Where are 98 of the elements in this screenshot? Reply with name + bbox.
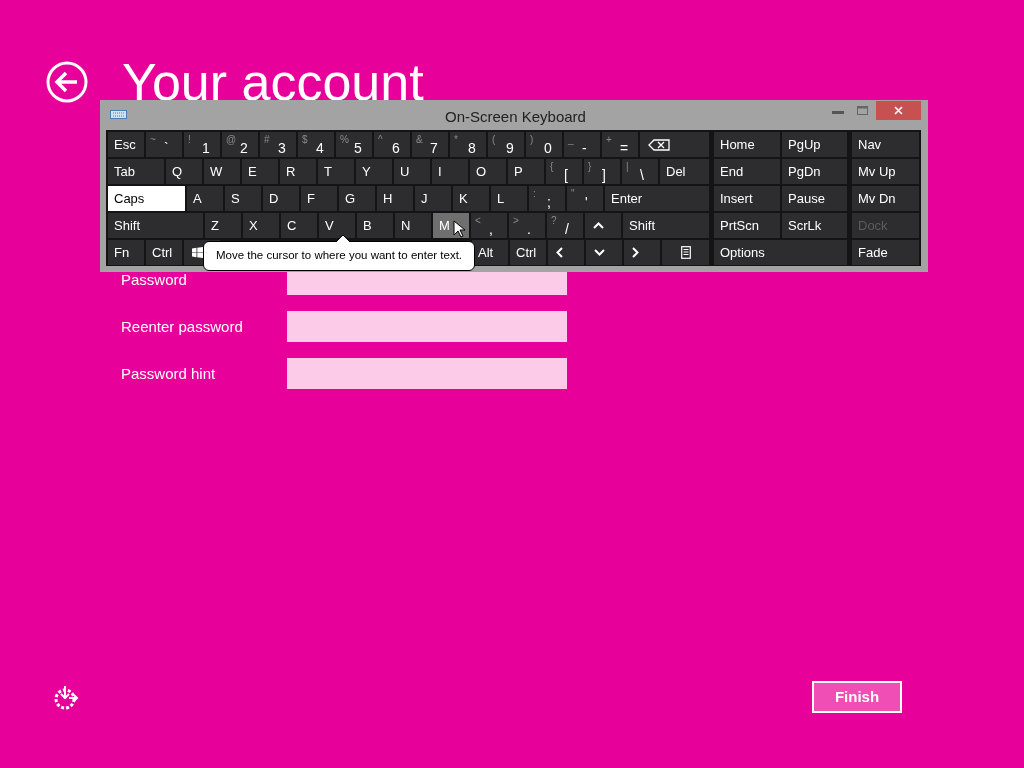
keyboard-key[interactable]: V [319,213,355,238]
keyboard-key[interactable]: R [280,159,316,184]
menu-key-icon [680,246,691,259]
keyboard-key[interactable]: Esc [108,132,144,157]
down-chevron-icon [594,249,605,256]
keyboard-key[interactable]: Shift [623,213,709,238]
keyboard-key[interactable]: Shift [108,213,203,238]
keyboard-key[interactable]: Q [166,159,202,184]
keyboard-key[interactable] [624,240,660,265]
keyboard-key[interactable]: T [318,159,354,184]
keyboard-key[interactable] [662,240,709,265]
keyboard-key[interactable]: { [ [546,159,582,184]
keyboard-key[interactable]: Pause [782,186,847,211]
keyboard-key[interactable]: L [491,186,527,211]
backspace-icon [648,138,670,151]
keyboard-key[interactable]: Home [714,132,780,157]
keyboard-key[interactable]: < , [471,213,507,238]
keyboard-key[interactable]: B [357,213,393,238]
windows-logo-icon [192,247,203,258]
keyboard-key[interactable]: Fn [108,240,144,265]
keyboard-key[interactable]: " ' [567,186,603,211]
up-chevron-icon [593,222,604,229]
keyboard-key[interactable]: | \ [622,159,658,184]
keyboard-icon [110,110,127,119]
keyboard-key[interactable]: * 8 [450,132,486,157]
keyboard-key[interactable]: Options [714,240,847,265]
keyboard-key[interactable]: E [242,159,278,184]
keyboard-key[interactable] [586,240,622,265]
keyboard-key[interactable]: Enter [605,186,709,211]
keyboard-key[interactable]: Z [205,213,241,238]
keyboard-key[interactable]: P [508,159,544,184]
keyboard-key[interactable]: ? / [547,213,583,238]
left-chevron-icon [556,247,563,258]
keyboard-key[interactable]: I [432,159,468,184]
keyboard-key[interactable]: Alt [472,240,508,265]
keyboard-key[interactable]: A [187,186,223,211]
field-label: Reenter password [121,320,244,333]
keyboard-key[interactable]: > . [509,213,545,238]
keyboard-key[interactable]: End [714,159,780,184]
keyboard-key[interactable]: Del [660,159,709,184]
keyboard-key[interactable]: H [377,186,413,211]
keyboard-key[interactable]: Tab [108,159,164,184]
keyboard-key[interactable]: % 5 [336,132,372,157]
keyboard-key[interactable] [585,213,621,238]
keyboard-key[interactable]: ! 1 [184,132,220,157]
keyboard-key[interactable]: F [301,186,337,211]
page-title: Your account [122,56,424,108]
keyboard-key[interactable]: PrtScn [714,213,780,238]
field-label: Password hint [121,367,217,380]
password-hint-field[interactable] [287,358,567,389]
close-icon [894,106,903,115]
keyboard-key[interactable]: ~ ` [146,132,182,157]
minimize-icon[interactable] [832,111,844,115]
ease-of-access-icon[interactable] [53,684,79,710]
keyboard-key[interactable]: } ] [584,159,620,184]
keyboard-key[interactable]: ( 9 [488,132,524,157]
keyboard-key[interactable]: Mv Up [852,159,919,184]
keyboard-key[interactable]: : ; [529,186,565,211]
keyboard-key[interactable]: + = [602,132,638,157]
tooltip-pointer [336,234,350,242]
keyboard-key[interactable]: _ - [564,132,600,157]
keyboard-key[interactable]: Mv Dn [852,186,919,211]
window-title: On-Screen Keyboard [445,107,586,127]
keyboard-key[interactable]: O [470,159,506,184]
keyboard-key[interactable]: Caps [108,186,185,211]
keyboard-key[interactable]: Ctrl [510,240,546,265]
keyboard-key[interactable]: C [281,213,317,238]
keyboard-key[interactable]: K [453,186,489,211]
keyboard-key[interactable]: Insert [714,186,780,211]
keyboard-key[interactable]: Fade [852,240,919,265]
field-label: Password [121,273,188,286]
keyboard-key[interactable]: @ 2 [222,132,258,157]
keyboard-key[interactable]: ScrLk [782,213,847,238]
keyboard-key[interactable]: PgDn [782,159,847,184]
keyboard-key[interactable]: Nav [852,132,919,157]
keyboard-key[interactable]: ) 0 [526,132,562,157]
close-button[interactable] [876,101,921,120]
keyboard-key[interactable]: W [204,159,240,184]
keyboard-key[interactable] [640,132,709,157]
keyboard-key[interactable]: Ctrl [146,240,182,265]
keyboard-key[interactable]: U [394,159,430,184]
tooltip: Move the cursor to where you want to enter text. [203,241,475,271]
reenter-password-field[interactable] [287,311,567,342]
keyboard-key[interactable]: & 7 [412,132,448,157]
keyboard-key[interactable]: ^ 6 [374,132,410,157]
keyboard-key[interactable]: D [263,186,299,211]
keyboard-key[interactable]: $ 4 [298,132,334,157]
keyboard-key[interactable]: X [243,213,279,238]
keyboard-key[interactable]: G [339,186,375,211]
right-chevron-icon [632,247,639,258]
keyboard-key[interactable] [548,240,584,265]
keyboard-key[interactable]: # 3 [260,132,296,157]
mouse-pointer-icon [453,220,465,238]
keyboard-key[interactable]: PgUp [782,132,847,157]
keyboard-key[interactable]: J [415,186,451,211]
keyboard-key[interactable]: N [395,213,431,238]
keyboard-key[interactable]: S [225,186,261,211]
keyboard-key[interactable]: Y [356,159,392,184]
